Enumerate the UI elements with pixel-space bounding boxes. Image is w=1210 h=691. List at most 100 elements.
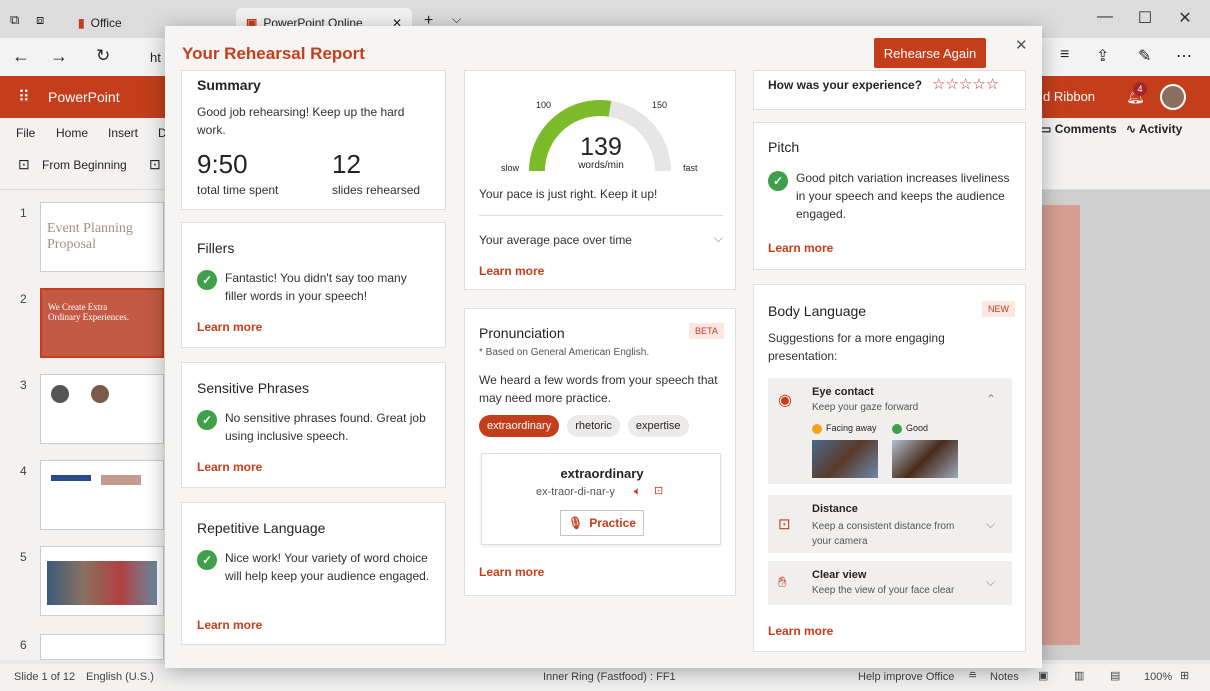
- pitch-learn-more[interactable]: Learn more: [768, 241, 833, 255]
- practice-button[interactable]: 🎙︎ Practice: [560, 510, 644, 536]
- slide-number: 5: [20, 550, 27, 564]
- reading-list-icon[interactable]: ≡: [1060, 46, 1069, 64]
- slideshow-view-icon[interactable]: ▤: [1110, 669, 1120, 682]
- menu-home[interactable]: Home: [56, 126, 88, 140]
- slide-number: 1: [20, 206, 27, 220]
- sensitive-phrases-card: Sensitive Phrases ✓ No sensitive phrases…: [181, 362, 446, 488]
- close-window-icon[interactable]: ✕: [1170, 8, 1200, 28]
- forward-icon[interactable]: →: [50, 46, 68, 67]
- experience-card: How was your experience? ☆☆☆☆☆: [753, 70, 1026, 110]
- warning-icon: [812, 424, 822, 434]
- fillers-text: Fantastic! You didn't say too many fille…: [225, 271, 407, 303]
- chevron-down-icon: ⌵: [713, 231, 723, 245]
- word-chip[interactable]: expertise: [627, 415, 689, 437]
- app-name: PowerPoint: [48, 89, 120, 105]
- chevron-up-icon[interactable]: ⌃: [986, 392, 996, 406]
- body-language-title: Body Language: [768, 303, 867, 319]
- language[interactable]: English (U.S.): [86, 671, 154, 683]
- more-icon[interactable]: ⋯: [1176, 46, 1192, 66]
- slide-thumbnail-4[interactable]: [40, 460, 164, 530]
- pitch-title: Pitch: [768, 139, 800, 155]
- pace-card: 100 150 139 words/min slow fast Your pac…: [464, 70, 736, 290]
- avatar[interactable]: [1160, 84, 1186, 110]
- microphone-icon: 🎙︎: [568, 516, 584, 530]
- repetitive-learn-more[interactable]: Learn more: [197, 618, 262, 632]
- eye-contact-item[interactable]: ◉ Eye contact Keep your gaze forward ⌃ F…: [768, 378, 1012, 484]
- normal-view-icon[interactable]: ▣: [1038, 669, 1048, 682]
- pronunciation-learn-more[interactable]: Learn more: [479, 565, 544, 579]
- word-chip[interactable]: rhetoric: [567, 415, 620, 437]
- clear-view-subtitle: Keep the view of your face clear: [812, 585, 955, 596]
- sensitive-learn-more[interactable]: Learn more: [197, 460, 262, 474]
- reading-view-icon[interactable]: ▥: [1074, 669, 1084, 682]
- pronunciation-text: We heard a few words from your speech th…: [479, 373, 718, 405]
- back-icon[interactable]: ←: [12, 46, 30, 67]
- notes-pen-icon[interactable]: ✎: [1138, 46, 1151, 66]
- sensitive-title: Sensitive Phrases: [197, 380, 310, 396]
- share-icon[interactable]: ⇪: [1096, 46, 1109, 66]
- clear-view-item[interactable]: ✋︎ Clear view Keep the view of your face…: [768, 561, 1012, 605]
- address-bar[interactable]: ht: [150, 50, 161, 65]
- chevron-down-icon[interactable]: ⌵: [986, 575, 995, 590]
- tab-aside-icon[interactable]: ⧈: [36, 12, 44, 28]
- body-language-learn-more[interactable]: Learn more: [768, 624, 833, 638]
- speaker-icon[interactable]: 🔈︎: [634, 484, 641, 499]
- slide-count: Slide 1 of 12: [14, 671, 76, 683]
- chevron-down-icon[interactable]: ⌵: [986, 517, 995, 532]
- pace-learn-more[interactable]: Learn more: [479, 264, 544, 278]
- tab-actions-icon[interactable]: ⧉: [10, 12, 19, 28]
- maximize-icon[interactable]: ☐: [1130, 8, 1160, 28]
- ribbon-toggle[interactable]: d Ribbon: [1043, 89, 1095, 104]
- close-icon[interactable]: ✕: [1015, 36, 1028, 54]
- pronunciation-note: * Based on General American English.: [479, 347, 650, 358]
- fillers-title: Fillers: [197, 240, 235, 256]
- pace-over-time-toggle[interactable]: Your average pace over time ⌵: [479, 231, 723, 249]
- slide-thumbnail-3[interactable]: [40, 374, 164, 444]
- check-icon: ✓: [768, 171, 788, 191]
- slide-thumbnail-5[interactable]: [40, 546, 164, 616]
- status-bar: Slide 1 of 12 English (U.S.) Inner Ring …: [0, 664, 1210, 691]
- good-gaze-image: [892, 440, 958, 478]
- fillers-learn-more[interactable]: Learn more: [197, 320, 262, 334]
- menu-file[interactable]: File: [16, 126, 35, 140]
- present-icon[interactable]: ⊡: [149, 156, 161, 173]
- pace-over-time-label: Your average pace over time: [479, 233, 632, 247]
- eye-contact-subtitle: Keep your gaze forward: [812, 402, 919, 413]
- comments-button[interactable]: ▭ Comments: [1040, 122, 1117, 136]
- slide-thumbnail-1[interactable]: Event Planning Proposal: [40, 202, 164, 272]
- distance-title: Distance: [812, 503, 858, 515]
- slide-number: 3: [20, 378, 27, 392]
- body-language-text: Suggestions for a more engaging presenta…: [768, 331, 945, 363]
- from-beginning-button[interactable]: From Beginning: [42, 158, 127, 172]
- refresh-icon[interactable]: ↻: [96, 46, 110, 66]
- slides-rehearsed-value: 12: [332, 149, 361, 179]
- experience-question: How was your experience?: [768, 78, 923, 92]
- zoom-level[interactable]: 100%: [1144, 671, 1172, 683]
- pronunciation-title: Pronunciation: [479, 325, 565, 341]
- slide-number: 4: [20, 464, 27, 478]
- word-chips: extraordinary rhetoric expertise: [479, 415, 689, 437]
- distance-icon: ⊡: [778, 516, 791, 533]
- tab-office[interactable]: ▮ Office: [68, 8, 132, 38]
- caption-icon[interactable]: ⊡: [654, 484, 663, 497]
- distance-item[interactable]: ⊡ Distance Keep a consistent distance fr…: [768, 495, 1012, 553]
- fit-slide-icon[interactable]: ⊞: [1180, 669, 1189, 682]
- slides-rehearsed-label: slides rehearsed: [332, 183, 421, 197]
- star-rating[interactable]: ☆☆☆☆☆: [932, 75, 999, 93]
- activity-button[interactable]: ∿ Activity: [1126, 122, 1182, 136]
- minimize-icon[interactable]: —: [1090, 8, 1120, 26]
- rehearse-again-button[interactable]: Rehearse Again: [874, 38, 986, 68]
- notification-badge: 4: [1133, 82, 1147, 96]
- slide-thumbnail-2[interactable]: We Create Extra Ordinary Experiences.: [40, 288, 164, 358]
- app-launcher-icon[interactable]: ⠿: [18, 87, 30, 107]
- office-logo-icon: ▮: [78, 16, 85, 30]
- help-improve-office[interactable]: Help improve Office: [858, 671, 954, 683]
- check-icon: ✓: [197, 270, 217, 290]
- comments-label: Comments: [1054, 122, 1117, 136]
- total-time-label: total time spent: [197, 183, 279, 197]
- tab-list-chevron-icon[interactable]: ⌵: [452, 12, 461, 27]
- slide-thumbnail-6[interactable]: [40, 634, 164, 660]
- menu-insert[interactable]: Insert: [108, 126, 138, 140]
- word-chip-selected[interactable]: extraordinary: [479, 415, 560, 437]
- notes-button[interactable]: Notes: [990, 671, 1019, 683]
